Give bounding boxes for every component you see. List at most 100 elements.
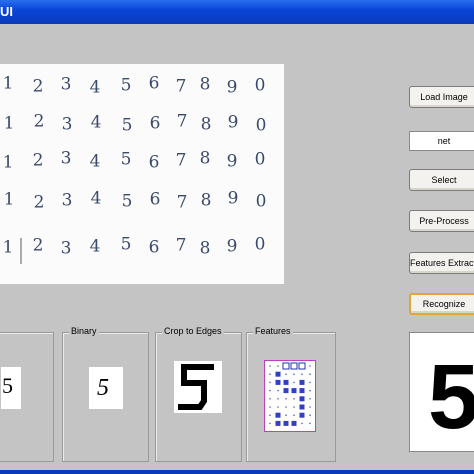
feature-cell	[293, 398, 295, 400]
title-bar: UI	[0, 0, 474, 24]
feature-cell	[269, 365, 271, 367]
feature-cell	[283, 388, 289, 394]
sheet-digit: 4	[91, 189, 102, 209]
sheet-digit: 5	[121, 76, 132, 96]
feature-cell	[291, 420, 297, 426]
sheet-digit: 8	[200, 239, 211, 259]
sheet-digit: 4	[90, 237, 101, 257]
sheet-digit: 8	[201, 191, 212, 211]
sheet-digit: 1	[4, 190, 15, 210]
crop-panel: Crop to Edges	[155, 326, 242, 462]
sheet-digit: 7	[177, 193, 188, 213]
feature-cell	[275, 420, 281, 426]
sheet-digit: 8	[201, 115, 212, 135]
sheet-digit: 2	[33, 236, 44, 256]
sheet-digit: 2	[33, 151, 44, 171]
feature-cell	[269, 373, 271, 375]
feature-cell	[299, 379, 305, 385]
sheet-digit: 2	[33, 77, 44, 97]
feature-cell	[309, 422, 311, 425]
feature-cell	[293, 406, 295, 408]
sheet-digit: 7	[176, 236, 187, 256]
sheet-digit: 2	[34, 193, 45, 213]
input-image: 1234567890123456789012345678901234567890…	[0, 64, 284, 284]
feature-cell	[309, 414, 311, 416]
feature-cell	[299, 412, 305, 418]
original-panel: 5	[0, 332, 54, 462]
sheet-digit: 9	[228, 189, 239, 209]
sheet-digit: 0	[255, 150, 266, 170]
feature-cell	[285, 406, 287, 408]
feature-cell	[299, 404, 305, 410]
sheet-digit: 3	[61, 239, 72, 259]
feature-cell	[269, 381, 271, 384]
feature-cell	[275, 412, 281, 418]
sheet-digit: 6	[150, 114, 161, 134]
sheet-digit: 5	[121, 150, 132, 170]
binary-panel-title: Binary	[69, 326, 99, 336]
select-button[interactable]: Select	[409, 169, 474, 191]
sheet-digit: 9	[227, 152, 238, 172]
sheet-digit: 4	[90, 152, 101, 172]
binary-digit: 5	[97, 375, 109, 401]
feature-cell	[269, 389, 271, 392]
sheet-digit: 3	[62, 115, 73, 135]
features-extraction-button[interactable]: Features Extraction	[409, 252, 474, 274]
feature-cell	[269, 398, 271, 400]
features-panel: Features	[246, 326, 336, 462]
sheet-digit: 6	[150, 190, 161, 210]
sheet-digit: 9	[227, 78, 238, 98]
sheet-digit: 8	[200, 149, 211, 169]
original-thumbnail: 5	[1, 367, 21, 409]
feature-cell	[283, 420, 289, 426]
sheet-digit: 1	[3, 153, 14, 173]
sheet-digit: 7	[176, 151, 187, 171]
sheet-digit: 5	[122, 192, 133, 212]
features-grid	[264, 360, 316, 432]
feature-cell	[309, 373, 311, 375]
recognize-button[interactable]: Recognize	[409, 293, 474, 315]
sheet-digit: 0	[256, 116, 267, 136]
recognized-digit: 5	[428, 351, 474, 443]
feature-cell	[309, 389, 311, 392]
sheet-digit: 9	[228, 113, 239, 133]
sheet-digit: 1	[4, 114, 15, 134]
sheet-digit: 7	[177, 112, 188, 132]
sheet-digit: 4	[90, 78, 101, 98]
feature-cell	[277, 365, 279, 367]
feature-cell	[301, 373, 303, 375]
sheet-mark	[20, 238, 22, 264]
binary-panel: Binary 5	[62, 326, 149, 462]
feature-cell	[269, 414, 271, 416]
sheet-digit: 2	[34, 112, 45, 132]
feature-cell	[293, 373, 295, 375]
sheet-digit: 5	[122, 116, 133, 136]
sheet-digit: 0	[256, 192, 267, 212]
feature-cell	[291, 388, 297, 394]
feature-cell	[269, 422, 271, 425]
taskbar-edge	[0, 470, 474, 474]
features-border	[264, 360, 316, 432]
feature-cell	[309, 398, 311, 400]
feature-cell	[285, 414, 287, 416]
sheet-digit: 4	[91, 113, 102, 133]
feature-cell	[299, 396, 305, 402]
feature-cell	[293, 414, 295, 416]
crop-panel-title: Crop to Edges	[162, 326, 224, 336]
feature-cell	[301, 422, 303, 425]
feature-cell	[309, 365, 311, 367]
sheet-digit: 3	[62, 191, 73, 211]
feature-cell	[283, 379, 289, 385]
sheet-digit: 6	[149, 153, 160, 173]
cropped-digit-image	[174, 361, 222, 413]
feature-cell	[285, 398, 287, 400]
feature-cell	[309, 381, 311, 384]
pre-process-button[interactable]: Pre-Process	[409, 210, 474, 232]
load-image-button[interactable]: Load Image	[409, 86, 474, 108]
digit-sheet: 1 2 3 4 5 6 7 8 9 01 2 3 4 5 6 7 8 9 01 2 3 4 5 6 7 8 9 01 2 3 4 5 6 7 8 9 0…	[3, 74, 267, 264]
sheet-digit: 7	[176, 77, 187, 97]
sheet-digit: 8	[200, 75, 211, 95]
sheet-digit: 0	[255, 235, 266, 255]
net-field[interactable]: net	[409, 131, 474, 151]
sheet-digit: 6	[149, 238, 160, 258]
